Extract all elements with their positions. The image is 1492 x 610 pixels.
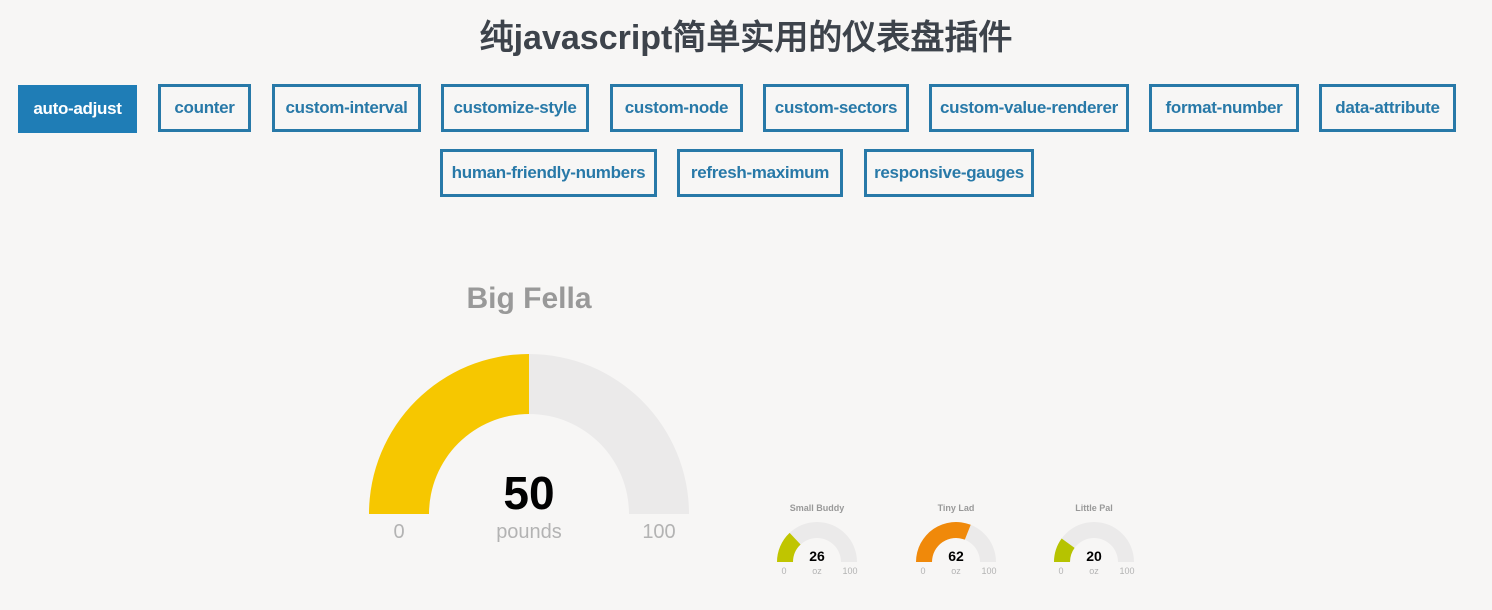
gauge-unit-label: oz <box>812 566 822 576</box>
gauge-big-fella: Big Fella 50 0 pounds 100 <box>369 282 689 543</box>
tab-human-friendly-numbers[interactable]: human-friendly-numbers <box>440 149 657 197</box>
gauge-min-label: 0 <box>781 566 786 576</box>
gauge-value: 20 <box>1086 548 1102 564</box>
gauge-max-label: 100 <box>1119 566 1134 576</box>
gauge-value: 62 <box>948 548 964 564</box>
gauge-min-label: 0 <box>1058 566 1063 576</box>
gauge-min-label: 0 <box>393 521 404 543</box>
gauge-small-buddy: Small Buddy 26 0 oz 100 <box>777 503 858 576</box>
tab-custom-value-renderer[interactable]: custom-value-renderer <box>929 84 1129 132</box>
gauge-value: 26 <box>809 548 825 564</box>
page-title: 纯javascript简单实用的仪表盘插件 <box>479 19 1013 57</box>
gauge-unit-label: oz <box>951 566 961 576</box>
gauge-title: Small Buddy <box>790 503 845 513</box>
tab-refresh-maximum[interactable]: refresh-maximum <box>677 149 843 197</box>
gauge-title: Big Fella <box>466 282 591 315</box>
gauge-unit-label: oz <box>1089 566 1099 576</box>
gauge-tiny-lad: Tiny Lad 62 0 oz 100 <box>916 503 997 576</box>
tab-custom-sectors[interactable]: custom-sectors <box>763 84 909 132</box>
page: 纯javascript简单实用的仪表盘插件 auto-adjust counte… <box>0 0 1492 610</box>
tab-custom-node[interactable]: custom-node <box>610 84 743 132</box>
gauge-min-label: 0 <box>920 566 925 576</box>
tab-responsive-gauges[interactable]: responsive-gauges <box>864 149 1034 197</box>
gauge-title: Little Pal <box>1075 503 1113 513</box>
gauge-unit-label: pounds <box>496 521 562 543</box>
tab-format-number[interactable]: format-number <box>1149 84 1299 132</box>
tab-counter[interactable]: counter <box>158 84 251 132</box>
gauge-title: Tiny Lad <box>938 503 975 513</box>
tab-custom-interval[interactable]: custom-interval <box>272 84 421 132</box>
tab-data-attribute[interactable]: data-attribute <box>1319 84 1456 132</box>
gauge-little-pal: Little Pal 20 0 oz 100 <box>1054 503 1135 576</box>
tab-customize-style[interactable]: customize-style <box>441 84 589 132</box>
gauge-max-label: 100 <box>642 521 675 543</box>
gauge-value: 50 <box>503 467 554 519</box>
gauge-max-label: 100 <box>981 566 996 576</box>
tab-auto-adjust[interactable]: auto-adjust <box>18 85 137 133</box>
gauge-max-label: 100 <box>842 566 857 576</box>
